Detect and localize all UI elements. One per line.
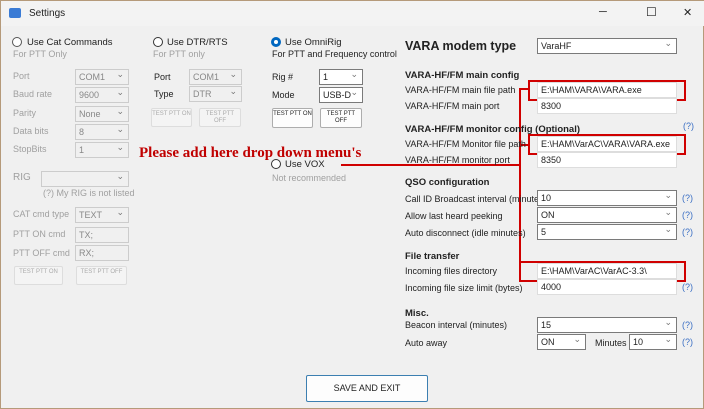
monitor-port-label: VARA-HF/FM monitor port: [405, 155, 510, 165]
peek-help-icon[interactable]: (?): [682, 210, 693, 220]
monitor-port-input[interactable]: 8350: [537, 152, 677, 168]
autoaway-select[interactable]: ON: [537, 334, 586, 350]
dtr-test-ptt-on-button[interactable]: TEST PTT ON: [151, 108, 192, 127]
dtr-radio-label: Use DTR/RTS: [167, 37, 228, 48]
window-title: Settings: [29, 8, 66, 19]
autoaway-help-icon[interactable]: (?): [682, 337, 693, 347]
callid-label: Call ID Broadcast interval (minutes): [405, 194, 547, 204]
omnirig-mode-label: Mode: [272, 90, 295, 100]
save-and-exit-button[interactable]: SAVE AND EXIT: [306, 375, 428, 402]
file-transfer-heading: File transfer: [405, 251, 460, 262]
size-limit-help-icon[interactable]: (?): [682, 282, 693, 292]
monitor-help-icon[interactable]: (?): [683, 121, 694, 131]
cat-cmdtype-label: CAT cmd type: [13, 209, 70, 219]
beacon-help-icon[interactable]: (?): [682, 320, 693, 330]
vox-radio-label: Use VOX: [285, 159, 325, 170]
monitor-path-label: VARA-HF/FM Monitor file path: [405, 139, 526, 149]
title-bar: Settings ─ ☐ ✕: [1, 1, 704, 26]
autodisc-label: Auto disconnect (idle minutes): [405, 228, 526, 238]
autodisc-help-icon[interactable]: (?): [682, 227, 693, 237]
cat-radio-label: Use Cat Commands: [27, 37, 113, 48]
maximize-button[interactable]: ☐: [646, 5, 657, 19]
minutes-select[interactable]: 10: [629, 334, 677, 350]
cat-baud-select[interactable]: 9600: [75, 87, 129, 103]
cat-sub: For PTT Only: [13, 49, 67, 59]
callid-help-icon[interactable]: (?): [682, 193, 693, 203]
main-port-label: VARA-HF/FM main port: [405, 101, 500, 111]
main-path-label: VARA-HF/FM main file path: [405, 85, 516, 95]
cat-rig-label: RIG: [13, 172, 31, 183]
main-port-input[interactable]: 8300: [537, 98, 677, 114]
monitor-config-heading: VARA-HF/FM monitor config (Optional): [405, 124, 581, 135]
cat-radio[interactable]: [12, 37, 22, 47]
cat-databits-label: Data bits: [13, 126, 49, 136]
cat-cmdtype-select[interactable]: TEXT: [75, 207, 129, 223]
size-limit-label: Incoming file size limit (bytes): [405, 283, 523, 293]
peek-label: Allow last heard peeking: [405, 211, 503, 221]
omnirig-radio[interactable]: [271, 37, 281, 47]
settings-window: Settings ─ ☐ ✕ Use Cat Commands For PTT …: [0, 0, 704, 409]
omnirig-test-ptt-on-button[interactable]: TEST PTT ON: [272, 108, 313, 128]
modem-type-label: VARA modem type: [405, 39, 517, 53]
dtr-type-label: Type: [154, 89, 174, 99]
cat-stopbits-select[interactable]: 1: [75, 142, 129, 158]
cat-port-label: Port: [13, 71, 30, 81]
modem-type-select[interactable]: VaraHF: [537, 38, 677, 54]
omnirig-radio-label: Use OmniRig: [285, 37, 342, 48]
rig-not-listed-link[interactable]: (?) My RIG is not listed: [43, 188, 135, 198]
dtr-type-select[interactable]: DTR: [189, 86, 242, 102]
cat-ptton-input[interactable]: TX;: [75, 227, 129, 243]
main-path-input[interactable]: E:\HAM\VARA\VARA.exe: [537, 82, 677, 98]
cat-baud-label: Baud rate: [13, 89, 53, 99]
incoming-dir-input[interactable]: E:\HAM\VarAC\VarAC-3.3\: [537, 263, 677, 279]
cat-databits-select[interactable]: 8: [75, 124, 129, 140]
monitor-path-input[interactable]: E:\HAM\VarAC\VARA\VARA.exe: [537, 136, 677, 152]
cat-port-select[interactable]: COM1: [75, 69, 129, 85]
dtr-radio[interactable]: [153, 37, 163, 47]
omnirig-rig-label: Rig #: [272, 72, 294, 82]
dtr-port-select[interactable]: COM1: [189, 69, 242, 85]
incoming-dir-label: Incoming files directory: [405, 266, 498, 276]
cat-parity-select[interactable]: None: [75, 106, 129, 122]
omnirig-rig-select[interactable]: 1: [319, 69, 363, 85]
cat-ptton-label: PTT ON cmd: [13, 229, 66, 239]
beacon-label: Beacon interval (minutes): [405, 320, 508, 330]
omnirig-sub: For PTT and Frequency control: [272, 49, 397, 59]
vox-radio[interactable]: [271, 159, 281, 169]
dtr-sub: For PTT only: [153, 49, 205, 59]
cat-pttoff-input[interactable]: RX;: [75, 245, 129, 261]
qso-heading: QSO configuration: [405, 177, 490, 188]
cat-test-ptt-on-button[interactable]: TEST PTT ON: [14, 266, 63, 285]
omnirig-test-ptt-off-button[interactable]: TEST PTT OFF: [320, 108, 362, 128]
minutes-label: Minutes: [595, 338, 627, 348]
callid-select[interactable]: 10: [537, 190, 677, 206]
cat-pttoff-label: PTT OFF cmd: [13, 248, 70, 258]
cat-rig-select[interactable]: [41, 171, 129, 187]
omnirig-mode-select[interactable]: USB-D: [319, 87, 363, 103]
size-limit-input[interactable]: 4000: [537, 279, 677, 295]
cat-stopbits-label: StopBits: [13, 144, 47, 154]
peek-select[interactable]: ON: [537, 207, 677, 223]
minimize-button[interactable]: ─: [599, 6, 607, 18]
beacon-select[interactable]: 15: [537, 317, 677, 333]
vox-sub: Not recommended: [272, 173, 347, 183]
app-icon: [9, 8, 21, 18]
dtr-port-label: Port: [154, 72, 171, 82]
dtr-test-ptt-off-button[interactable]: TEST PTT OFF: [199, 108, 241, 127]
annotation-text: Please add here drop down menu's: [139, 145, 362, 161]
autodisc-select[interactable]: 5: [537, 224, 677, 240]
misc-heading: Misc.: [405, 308, 429, 319]
annotation-line-v: [519, 88, 521, 275]
cat-test-ptt-off-button[interactable]: TEST PTT OFF: [76, 266, 127, 285]
close-button[interactable]: ✕: [683, 6, 692, 19]
main-config-heading: VARA-HF/FM main config: [405, 70, 520, 81]
autoaway-label: Auto away: [405, 338, 448, 348]
cat-parity-label: Parity: [13, 108, 37, 118]
